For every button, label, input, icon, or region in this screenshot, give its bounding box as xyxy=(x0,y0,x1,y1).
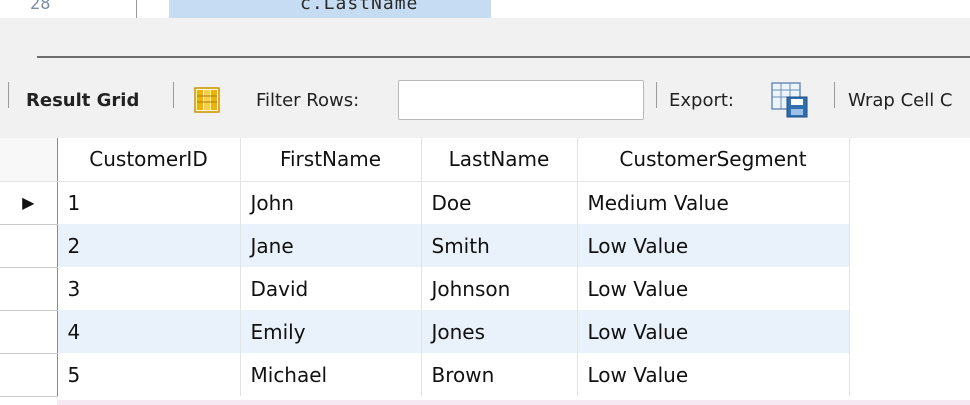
header-row: CustomerID FirstName LastName CustomerSe… xyxy=(0,138,850,182)
row-selector[interactable] xyxy=(0,310,58,354)
code-line[interactable]: c.LastName xyxy=(300,0,418,14)
cell-firstname[interactable]: Jane xyxy=(240,224,422,267)
cell-firstname[interactable]: John xyxy=(240,181,422,224)
table-row[interactable]: 3 David Johnson Low Value xyxy=(0,267,850,311)
splitter-handle[interactable] xyxy=(37,56,970,58)
result-toolbar: Result Grid Filter Rows: Export: Wrap Ce… xyxy=(0,66,970,138)
column-header-lastname[interactable]: LastName xyxy=(421,138,578,182)
cell-customersegment[interactable]: Low Value xyxy=(577,267,850,310)
panel-splitter[interactable] xyxy=(0,18,970,66)
filter-rows-label: Filter Rows: xyxy=(256,90,360,111)
table-row[interactable]: 5 Michael Brown Low Value xyxy=(0,353,850,397)
gutter-divider xyxy=(136,0,137,18)
cell-customerid[interactable]: 4 xyxy=(57,310,241,353)
cell-firstname[interactable]: Emily xyxy=(240,310,422,353)
filter-rows-input[interactable] xyxy=(398,80,644,120)
cell-customerid[interactable]: 1 xyxy=(57,181,241,224)
line-number: 28 xyxy=(30,0,51,14)
cell-firstname[interactable]: David xyxy=(240,267,422,310)
cell-lastname[interactable]: Johnson xyxy=(421,267,578,310)
cell-customerid[interactable]: 2 xyxy=(57,224,241,267)
column-header-customersegment[interactable]: CustomerSegment xyxy=(577,138,850,182)
cell-customersegment[interactable]: Medium Value xyxy=(577,181,850,224)
row-selector[interactable] xyxy=(0,267,58,311)
result-grid[interactable]: CustomerID FirstName LastName CustomerSe… xyxy=(0,138,970,405)
cell-lastname[interactable]: Doe xyxy=(421,181,578,224)
cell-customerid[interactable]: 5 xyxy=(57,353,241,396)
horizontal-scrollbar[interactable] xyxy=(57,400,970,405)
cell-lastname[interactable]: Jones xyxy=(421,310,578,353)
toolbar-separator xyxy=(8,82,9,108)
results-table: CustomerID FirstName LastName CustomerSe… xyxy=(0,138,850,397)
grid-layout-icon[interactable] xyxy=(193,86,221,114)
row-header-corner[interactable] xyxy=(0,138,58,182)
result-grid-tab[interactable]: Result Grid xyxy=(26,90,139,111)
cell-customerid[interactable]: 3 xyxy=(57,267,241,310)
row-selector[interactable] xyxy=(0,224,58,268)
cell-lastname[interactable]: Brown xyxy=(421,353,578,396)
table-row[interactable]: 2 Jane Smith Low Value xyxy=(0,224,850,268)
cell-lastname[interactable]: Smith xyxy=(421,224,578,267)
grid-empty-area xyxy=(849,138,970,405)
cell-customersegment[interactable]: Low Value xyxy=(577,224,850,267)
column-header-firstname[interactable]: FirstName xyxy=(240,138,422,182)
row-selector[interactable] xyxy=(0,353,58,397)
toolbar-separator xyxy=(173,82,174,108)
wrap-cell-content-label[interactable]: Wrap Cell C xyxy=(848,90,953,111)
current-row-indicator[interactable]: ▶ xyxy=(0,181,58,225)
cell-firstname[interactable]: Michael xyxy=(240,353,422,396)
toolbar-separator xyxy=(834,82,835,108)
export-icon[interactable] xyxy=(770,81,810,119)
table-row[interactable]: 4 Emily Jones Low Value xyxy=(0,310,850,354)
cell-customersegment[interactable]: Low Value xyxy=(577,310,850,353)
sql-editor[interactable]: 28 c.LastName xyxy=(0,0,970,18)
toolbar-separator xyxy=(656,82,657,108)
column-header-customerid[interactable]: CustomerID xyxy=(57,138,241,182)
cell-customersegment[interactable]: Low Value xyxy=(577,353,850,396)
table-row[interactable]: ▶ 1 John Doe Medium Value xyxy=(0,181,850,225)
export-label: Export: xyxy=(669,90,734,111)
